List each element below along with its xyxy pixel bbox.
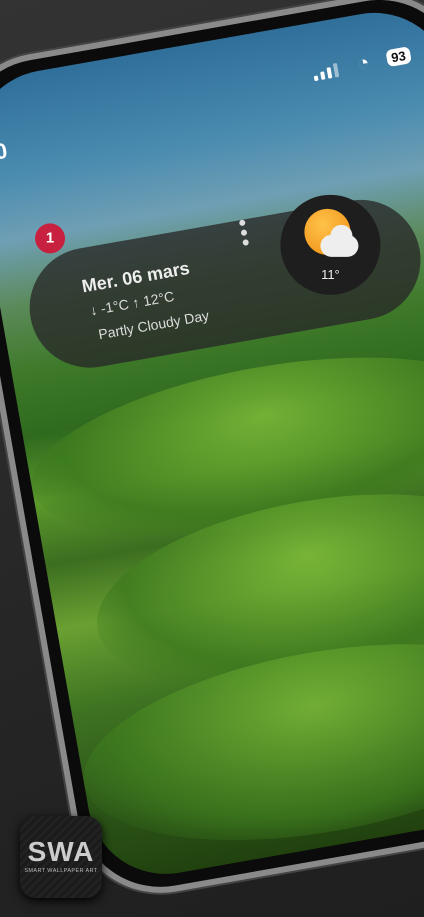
signal-icon	[312, 62, 340, 82]
clock-time: 2:40	[0, 137, 10, 171]
promo-stage: 2:40 ◔ 93 1 Mer. 06 mars ↓ -1°C ↑ 12°C P…	[0, 0, 424, 917]
battery-indicator: 93	[384, 46, 412, 68]
notification-badge: 1	[35, 223, 66, 254]
current-weather: 11°	[280, 194, 381, 295]
current-temp: 11°	[321, 266, 340, 282]
app-logo: SWA SMART WALLPAPER ART	[20, 816, 102, 898]
wifi-icon: ◔	[355, 51, 372, 76]
logo-subtitle: SMART WALLPAPER ART	[24, 868, 98, 874]
logo-title: SWA	[27, 836, 95, 867]
